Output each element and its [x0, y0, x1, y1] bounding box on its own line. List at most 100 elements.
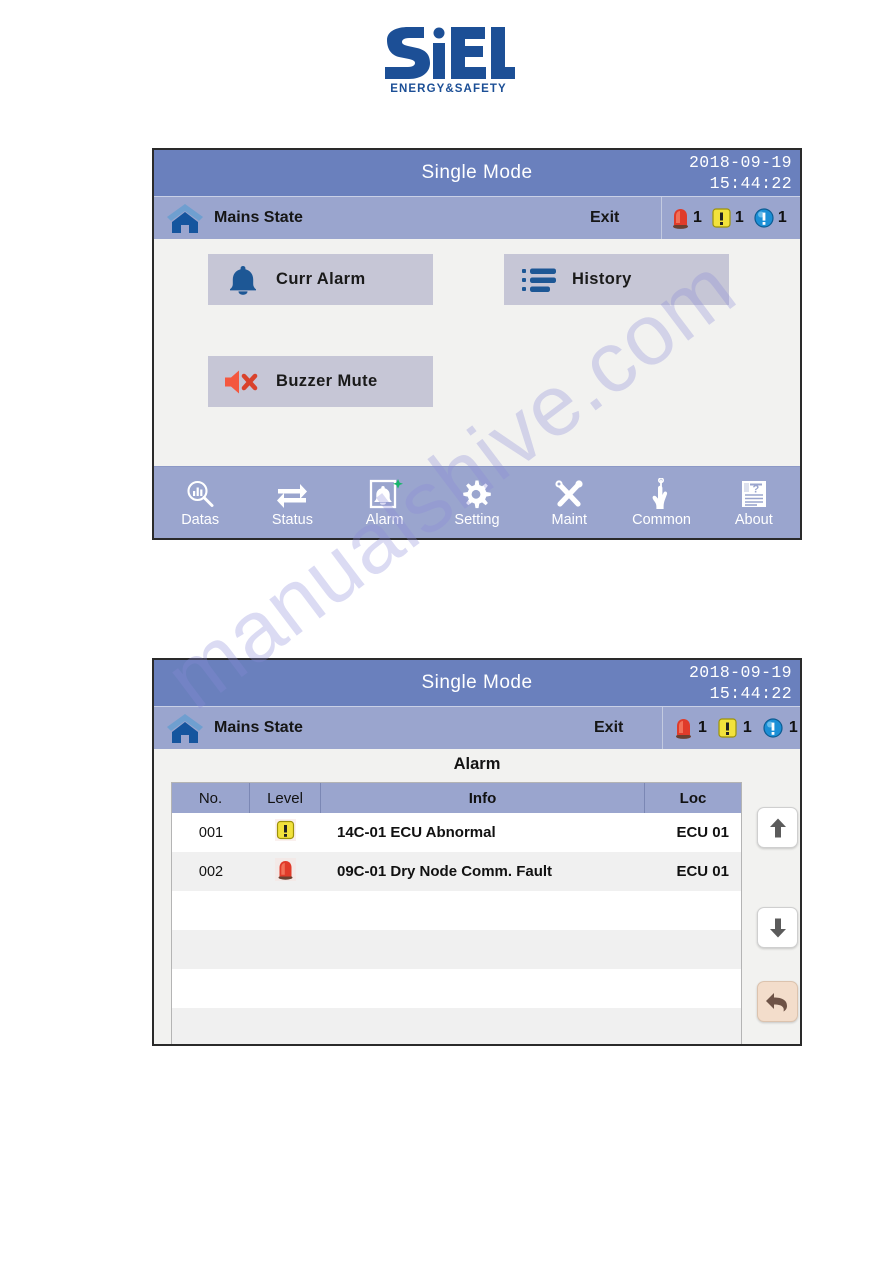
home-icon[interactable] — [166, 203, 204, 233]
speaker-mute-icon — [222, 369, 264, 395]
nav-label: Common — [632, 512, 691, 528]
state-label: Mains State — [214, 209, 303, 226]
document-help-icon: ? — [739, 477, 769, 511]
table-row[interactable]: 002 09C-01 Dry Node Comm. Fault ECU 01 — [172, 852, 741, 891]
device-screen-alarm-menu: Single Mode 2018-09-19 15:44:22 Mains St… — [152, 148, 802, 540]
alarm-beacon-icon — [676, 718, 691, 739]
badge-count: 1 — [693, 209, 702, 226]
logo-tagline: ENERGY&SAFETY — [390, 83, 507, 95]
hand-pointer-icon — [649, 477, 675, 511]
cell-loc: ECU 01 — [676, 824, 729, 841]
gear-icon — [462, 477, 492, 511]
column-header-no: No. — [172, 783, 250, 813]
date-label: 2018-09-19 — [688, 663, 792, 682]
nav-item-datas[interactable]: Datas — [154, 467, 246, 538]
arrow-up-icon — [769, 818, 786, 837]
date-label: 2018-09-19 — [688, 153, 792, 172]
nav-label: Setting — [454, 512, 500, 528]
time-label: 15:44:22 — [709, 174, 792, 193]
nav-label: Status — [271, 512, 313, 528]
nav-item-setting[interactable]: Setting — [431, 467, 523, 538]
table-row-empty — [172, 891, 741, 930]
nav-label: Datas — [181, 512, 220, 528]
buzzer-mute-button[interactable]: Buzzer Mute — [208, 356, 433, 407]
bell-square-icon — [367, 477, 403, 511]
table-row[interactable]: 001 14C-01 ECU Abnormal ECU 01 — [172, 813, 741, 852]
column-header-level: Level — [250, 783, 321, 813]
scroll-down-button[interactable] — [757, 907, 798, 948]
state-label: Mains State — [214, 719, 303, 736]
siel-logo: ENERGY&SAFETY — [381, 24, 516, 104]
nav-item-alarm[interactable]: Alarm — [339, 467, 431, 538]
nav-label: Alarm — [365, 512, 404, 528]
cell-info: 14C-01 ECU Abnormal — [337, 824, 496, 841]
sub-header: Mains State Exit 1 1 1 — [154, 196, 800, 239]
menu-body: Curr Alarm History Buzzer Mute — [154, 239, 800, 471]
home-icon[interactable] — [166, 713, 204, 743]
device-screen-alarm-list: Single Mode 2018-09-19 15:44:22 Mains St… — [152, 658, 802, 1046]
badge-count: 1 — [734, 209, 744, 226]
table-row-empty — [172, 1008, 741, 1044]
scroll-up-button[interactable] — [757, 807, 798, 848]
status-badges: 1 1 1 — [662, 707, 800, 749]
cell-no: 001 — [198, 824, 224, 841]
cell-level — [250, 857, 321, 886]
status-badge-warning[interactable]: 1 — [712, 208, 744, 228]
datetime-display: 2018-09-19 15:44:22 — [689, 662, 792, 704]
cell-loc: ECU 01 — [676, 863, 729, 880]
nav-item-common[interactable]: Common — [615, 467, 707, 538]
alarm-table: No. Level Info Loc 001 14C-01 ECU Abnorm… — [171, 782, 742, 1044]
info-circle-icon — [754, 208, 774, 228]
mode-label: Single Mode — [421, 162, 533, 183]
data-search-icon — [185, 477, 215, 511]
table-row-empty — [172, 930, 741, 969]
nav-item-about[interactable]: ? About — [708, 467, 800, 538]
transfer-icon — [276, 477, 308, 511]
badge-count: 1 — [788, 719, 798, 736]
column-header-loc: Loc — [679, 789, 707, 807]
status-badge-warning[interactable]: 1 — [718, 718, 752, 738]
nav-label: About — [734, 512, 773, 528]
cell-no: 002 — [198, 863, 224, 880]
badge-count: 1 — [742, 719, 752, 736]
warning-triangle-icon — [718, 718, 737, 738]
curr-alarm-button[interactable]: Curr Alarm — [208, 254, 433, 305]
buzzer-mute-label: Buzzer Mute — [276, 372, 378, 390]
sub-header: Mains State Exit 1 1 1 — [154, 706, 800, 749]
back-button[interactable] — [757, 981, 798, 1022]
status-badge-info[interactable]: 1 — [763, 718, 798, 738]
table-row-empty — [172, 969, 741, 1008]
table-header-row: No. Level Info Loc — [172, 783, 741, 813]
back-arrow-icon — [766, 992, 787, 1011]
column-header-info: Info — [321, 783, 645, 813]
exit-button[interactable]: Exit — [594, 719, 623, 737]
status-badge-info[interactable]: 1 — [754, 208, 787, 228]
cell-info: 09C-01 Dry Node Comm. Fault — [337, 863, 553, 880]
status-badge-alarm[interactable]: 1 — [675, 718, 707, 739]
alarm-list-body: Alarm No. Level Info Loc 001 14C-01 ECU … — [154, 749, 800, 1044]
cell-level — [250, 819, 321, 846]
title-bar: Single Mode 2018-09-19 15:44:22 — [154, 660, 800, 706]
alarm-beacon-icon — [275, 857, 296, 886]
status-badge-alarm[interactable]: 1 — [672, 208, 702, 229]
warning-square-icon — [275, 819, 296, 846]
datetime-display: 2018-09-19 15:44:22 — [689, 152, 792, 194]
time-label: 15:44:22 — [709, 684, 792, 703]
bell-icon — [222, 264, 264, 295]
siel-logo-mark — [385, 27, 515, 79]
mode-label: Single Mode — [421, 672, 533, 693]
nav-item-status[interactable]: Status — [246, 467, 338, 538]
exit-button[interactable]: Exit — [590, 209, 619, 227]
list-icon — [518, 267, 560, 293]
nav-item-maint[interactable]: Maint — [523, 467, 615, 538]
curr-alarm-label: Curr Alarm — [276, 270, 366, 288]
info-circle-icon — [763, 718, 783, 738]
nav-label: Maint — [551, 512, 587, 528]
svg-text:?: ? — [752, 484, 759, 496]
bottom-navbar: Datas Status Alarm Setting Maint Common … — [154, 466, 800, 538]
history-button[interactable]: History — [504, 254, 729, 305]
warning-triangle-icon — [712, 208, 731, 228]
tools-icon — [553, 477, 585, 511]
title-bar: Single Mode 2018-09-19 15:44:22 — [154, 150, 800, 196]
badge-count: 1 — [698, 719, 707, 736]
